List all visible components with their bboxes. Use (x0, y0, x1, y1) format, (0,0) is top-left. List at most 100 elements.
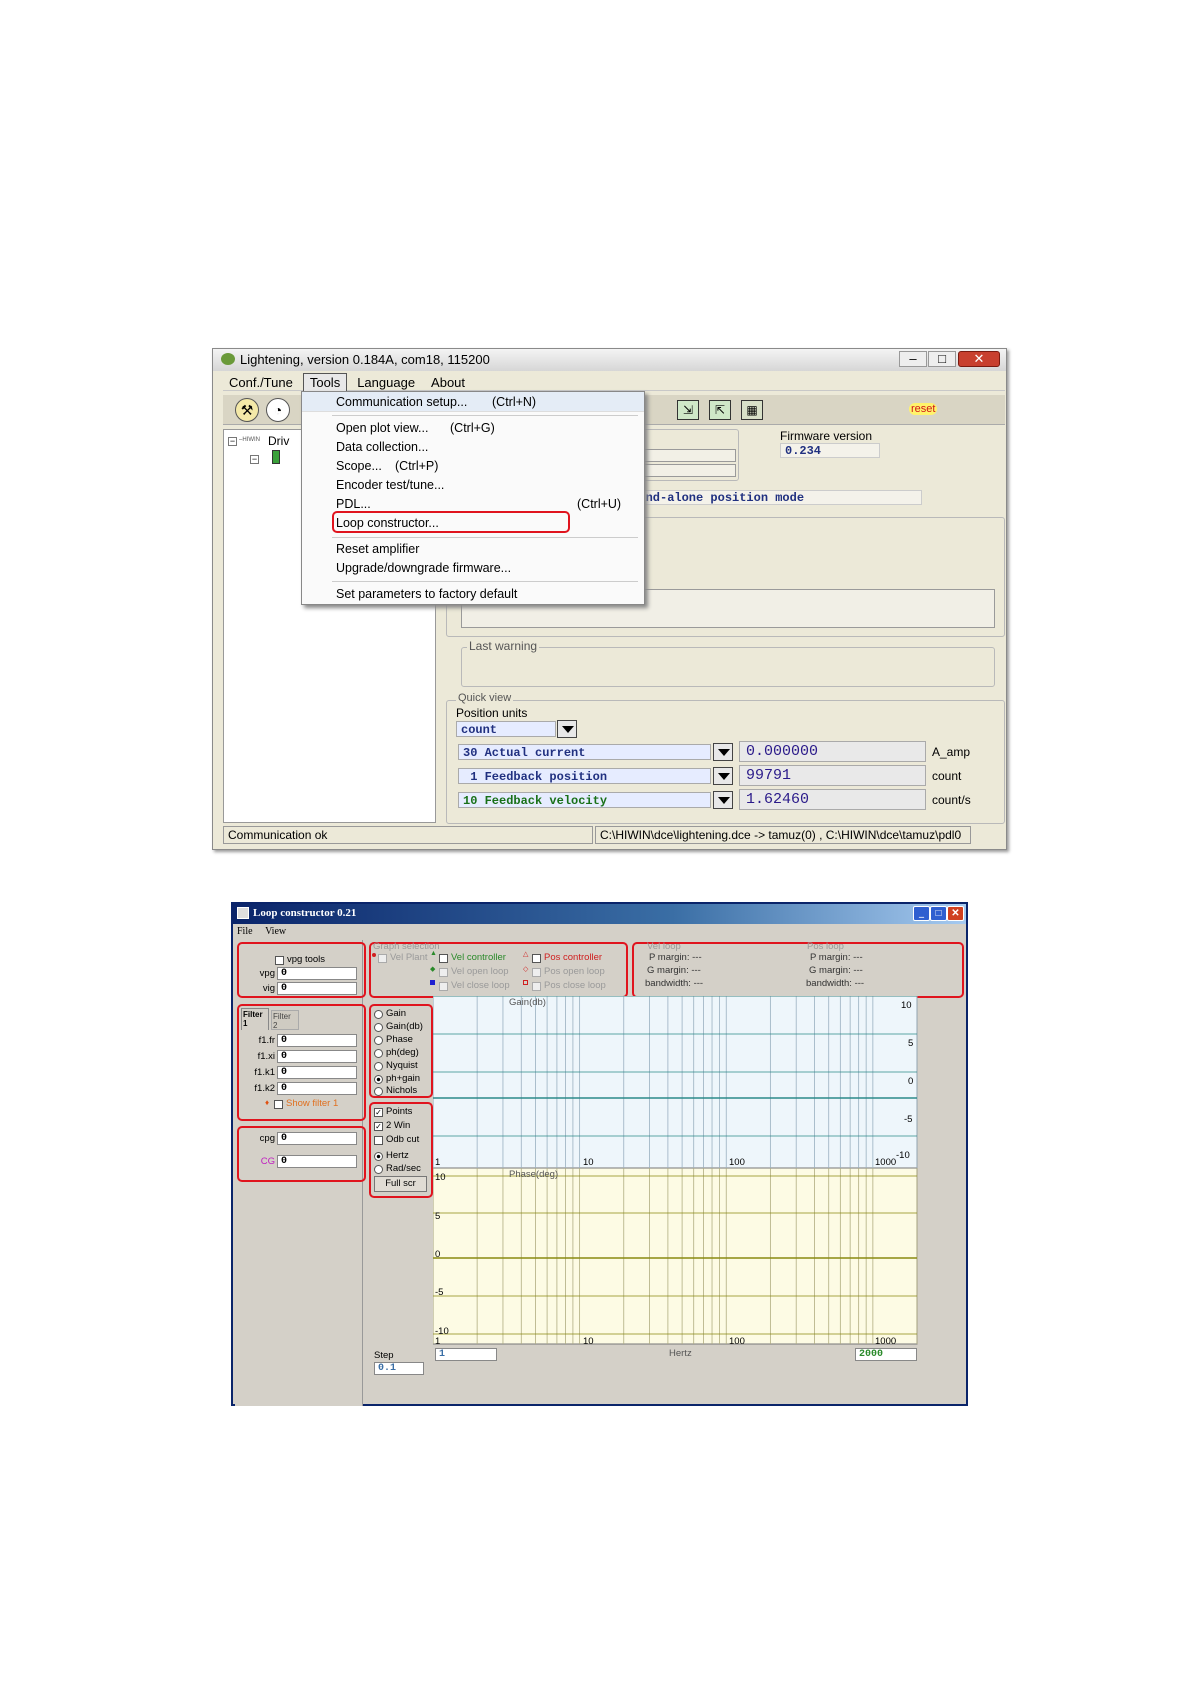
mode-gaindb-radio[interactable] (374, 1023, 383, 1032)
vig-label: vig (262, 983, 275, 994)
firmware-value: 0.234 (780, 443, 880, 458)
phase-ytick-5: 5 (435, 1211, 441, 1222)
two-win-checkbox[interactable]: ✓ (374, 1122, 383, 1131)
maximize-button-2[interactable]: □ (930, 906, 947, 921)
qv-dropdown-icon-3[interactable] (713, 791, 733, 809)
points-checkbox[interactable]: ✓ (374, 1108, 383, 1117)
upload-icon[interactable]: ⇱ (709, 400, 731, 420)
filter-k2-input[interactable]: 0 (277, 1082, 357, 1095)
filter-xi-input[interactable]: 0 (277, 1050, 357, 1063)
filter-k1-label: f1.k1 (254, 1067, 275, 1078)
vel-close-loop-checkbox[interactable] (439, 982, 448, 991)
menu-language[interactable]: Language (351, 374, 421, 391)
mode-phgain-label: ph+gain (386, 1073, 421, 1084)
wrench-icon[interactable]: ⚒ (235, 398, 259, 422)
hertz-radio[interactable] (374, 1152, 383, 1161)
mode-gain-label: Gain (386, 1008, 407, 1019)
vig-input[interactable]: 0 (277, 982, 357, 995)
tree-node-label[interactable]: Driv (268, 434, 289, 448)
menu-item-scope[interactable]: Scope... (336, 459, 382, 473)
chip-icon[interactable]: ▦ (741, 400, 763, 420)
tab-filter-1[interactable]: Filter 1 (241, 1008, 269, 1030)
qv-dropdown-icon-1[interactable] (713, 743, 733, 761)
menu-view[interactable]: View (265, 926, 286, 937)
points-label: Points (386, 1106, 413, 1117)
cg-label: CG (260, 1156, 275, 1167)
reset-button[interactable]: reset (909, 403, 938, 415)
pos-open-loop-marker: ◇ (523, 966, 529, 973)
show-filter-checkbox[interactable] (274, 1100, 283, 1109)
mode-nyquist-radio[interactable] (374, 1062, 383, 1071)
filter-k1-input[interactable]: 0 (277, 1066, 357, 1079)
menu-item-factory-default[interactable]: Set parameters to factory default (336, 587, 517, 601)
menu-item-encoder-test[interactable]: Encoder test/tune... (336, 478, 444, 492)
vpg-input[interactable]: 0 (277, 967, 357, 980)
minimize-button-2[interactable]: _ (913, 906, 930, 921)
mode-phase-label: Phase (386, 1034, 413, 1045)
maximize-button[interactable]: □ (928, 351, 956, 367)
mode-phdeg-radio[interactable] (374, 1049, 383, 1058)
menu-about[interactable]: About (425, 374, 471, 391)
close-button-2[interactable]: ✕ (947, 906, 964, 921)
minimize-button[interactable]: – (899, 351, 927, 367)
vel-controller-checkbox[interactable] (439, 954, 448, 963)
filter-marker-icon: ♦ (265, 1098, 270, 1107)
qv-variable-3[interactable]: 10 Feedback velocity (458, 792, 711, 808)
phase-xtick-1: 1 (435, 1336, 441, 1347)
pos-controller-checkbox[interactable] (532, 954, 541, 963)
pos-controller-label: Pos controller (544, 952, 603, 963)
menu-separator-2 (332, 537, 638, 538)
menu-item-pdl[interactable]: PDL... (336, 497, 371, 511)
tab-filter-2[interactable]: Filter 2 (271, 1010, 299, 1030)
phase-xtick-100: 100 (729, 1336, 745, 1347)
download-icon[interactable]: ⇲ (677, 400, 699, 420)
mode-gain-radio[interactable] (374, 1010, 383, 1019)
menu-item-upgrade-firmware[interactable]: Upgrade/downgrade firmware... (336, 561, 511, 575)
position-units-dropdown-icon[interactable] (557, 720, 577, 738)
odb-cut-checkbox[interactable] (374, 1136, 383, 1145)
vel-loop-label: Vel loop (647, 941, 681, 952)
tree-expand-icon-2[interactable]: − (250, 455, 259, 464)
vel-plant-checkbox[interactable] (378, 954, 387, 963)
gauge-icon[interactable]: ◔ (266, 398, 290, 422)
radsec-radio[interactable] (374, 1165, 383, 1174)
cpg-input[interactable]: 0 (277, 1132, 357, 1145)
vel-close-loop-marker (430, 980, 435, 985)
pos-close-loop-checkbox[interactable] (532, 982, 541, 991)
pos-p-margin: P margin: --- (810, 952, 863, 963)
qv-dropdown-icon-2[interactable] (713, 767, 733, 785)
x-max-input[interactable]: 2000 (855, 1348, 917, 1361)
qv-variable-2[interactable]: 1 Feedback position (458, 768, 711, 784)
qv-variable-1[interactable]: 30 Actual current (458, 744, 711, 760)
tree-expand-icon[interactable]: − (228, 437, 237, 446)
vpg-tools-checkbox[interactable] (275, 956, 284, 965)
position-units-select[interactable]: count (456, 721, 556, 737)
x-min-input[interactable]: 1 (435, 1348, 497, 1361)
menu-item-open-plot-view[interactable]: Open plot view... (336, 421, 428, 435)
qv-unit-2: count (932, 769, 962, 783)
full-screen-button[interactable]: Full scr (374, 1176, 427, 1192)
mode-phgain-radio[interactable] (374, 1075, 383, 1084)
close-button[interactable]: ✕ (958, 351, 1000, 367)
pos-controller-marker: △ (523, 951, 529, 958)
menu-tools[interactable]: Tools (302, 373, 348, 392)
phase-ytick-10: 10 (435, 1172, 446, 1183)
gain-ytick-0: 0 (908, 1076, 914, 1087)
menu-conf-tune[interactable]: Conf./Tune (223, 374, 299, 391)
cg-input[interactable]: 0 (277, 1155, 357, 1168)
vel-controller-label: Vel controller (451, 952, 506, 963)
shortcut-pdl: (Ctrl+U) (577, 497, 622, 511)
mode-nyquist-label: Nyquist (386, 1060, 418, 1071)
vel-open-loop-checkbox[interactable] (439, 968, 448, 977)
step-input[interactable]: 0.1 (374, 1362, 424, 1375)
menu-item-data-collection[interactable]: Data collection... (336, 440, 428, 454)
menu-item-communication-setup[interactable]: Communication setup... (336, 395, 467, 409)
menu-item-reset-amplifier[interactable]: Reset amplifier (336, 542, 419, 556)
last-warning-box (461, 647, 995, 687)
menu-file[interactable]: File (237, 926, 253, 937)
mode-phase-radio[interactable] (374, 1036, 383, 1045)
pos-open-loop-checkbox[interactable] (532, 968, 541, 977)
mode-nichols-radio[interactable] (374, 1087, 383, 1096)
filter-fr-input[interactable]: 0 (277, 1034, 357, 1047)
pos-g-margin: G margin: --- (809, 965, 863, 976)
